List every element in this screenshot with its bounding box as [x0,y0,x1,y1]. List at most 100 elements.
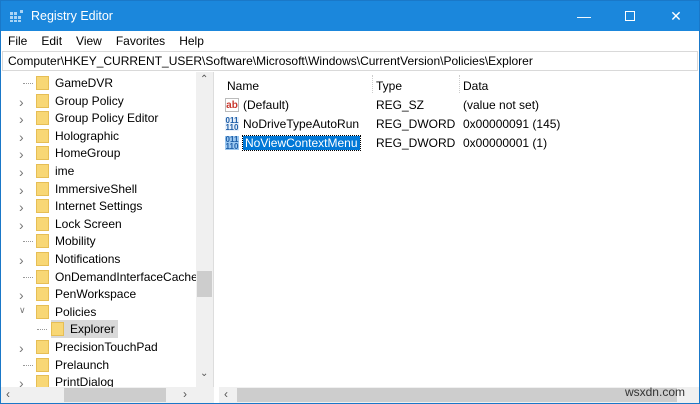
scroll-right-icon[interactable]: › [183,387,187,401]
folder-icon [36,287,49,302]
tree-item-printdialog[interactable]: PrintDialog [36,373,114,387]
tree-hscroll-thumb[interactable] [64,388,166,402]
value-type: REG_DWORD [376,117,456,131]
folder-icon [36,181,49,196]
close-icon: ✕ [670,7,682,24]
title-bar: Registry Editor — ✕ [1,1,699,31]
tree-scroll-thumb[interactable] [197,271,212,297]
tree-item-label: GameDVR [55,76,114,90]
value-type: REG_DWORD [376,136,456,150]
tree-item-ondemandinterfacecache[interactable]: OnDemandInterfaceCache [36,268,198,286]
address-bar[interactable]: Computer\HKEY_CURRENT_USER\Software\Micr… [2,51,698,71]
chevron-right-icon[interactable]: › [19,94,29,110]
folder-icon [36,375,49,387]
column-header-name[interactable]: Name [227,79,259,93]
tree-item-ime[interactable]: ime [36,162,74,180]
chevron-right-icon[interactable]: › [19,164,29,180]
chevron-right-icon[interactable]: › [19,182,29,198]
tree-item-immersiveshell[interactable]: ImmersiveShell [36,180,137,198]
chevron-down-icon[interactable]: ∨ [19,305,29,316]
scroll-left-icon[interactable]: ‹ [224,387,228,401]
chevron-right-icon[interactable]: › [19,217,29,233]
tree-connector [23,241,33,243]
folder-icon [36,252,49,266]
value-data: 0x00000001 (1) [463,136,548,150]
menu-view[interactable]: View [69,34,109,48]
tree-item-label: Prelaunch [55,357,110,372]
string-value-icon: ab [225,98,239,112]
binary-value-icon: 011 110 [225,116,239,132]
value-row[interactable]: 011 110 NoViewContextMenu REG_DWORD 0x00000… [219,134,699,152]
value-data: 0x00000091 (145) [463,117,561,131]
folder-icon [36,164,49,178]
tree-item-lock-screen[interactable]: Lock Screen [36,215,122,233]
tree-item-group-policy[interactable]: Group Policy [36,92,124,110]
tree-vertical-scrollbar[interactable]: ⌃ ⌄ [196,72,213,387]
folder-icon [36,216,49,231]
chevron-right-icon[interactable]: › [19,199,29,215]
tree-item-label: Holographic [55,128,120,143]
menu-edit[interactable]: Edit [34,34,69,48]
close-button[interactable]: ✕ [653,1,699,31]
folder-icon [36,199,49,214]
chevron-right-icon[interactable]: › [19,146,29,162]
menu-bar: File Edit View Favorites Help [1,31,699,51]
key-tree: GameDVR Group Policy › Group Policy Editor ›… [1,72,214,387]
scroll-up-icon[interactable]: ⌃ [200,74,208,85]
tree-item-precisiontouchpad[interactable]: PrecisionTouchPad [36,338,158,356]
folder-icon [36,76,49,90]
values-hscroll-thumb[interactable] [237,388,677,402]
minimize-icon: — [577,8,591,24]
tree-item-prelaunch[interactable]: Prelaunch [36,356,109,374]
column-separator [459,75,460,93]
value-name: (Default) [243,98,290,112]
value-row[interactable]: 011 110 NoDriveTypeAutoRun REG_DWORD 0x0000… [219,115,699,133]
chevron-right-icon[interactable]: › [19,129,29,145]
menu-favorites[interactable]: Favorites [109,34,172,48]
chevron-right-icon[interactable]: › [19,340,29,356]
tree-item-group-policy-editor[interactable]: Group Policy Editor [36,109,158,127]
folder-icon [36,146,49,161]
tree-item-label: HomeGroup [55,146,121,161]
chevron-right-icon[interactable]: › [19,375,29,387]
tree-item-label: Notifications [55,252,121,266]
tree-item-label: Policies [55,304,97,319]
value-row[interactable]: ab (Default) REG_SZ (value not set) [219,96,699,114]
tree-item-label: ime [55,164,75,178]
tree-item-policies[interactable]: Policies [36,303,96,321]
scroll-down-icon[interactable]: ⌄ [200,368,208,379]
folder-icon [36,357,49,372]
tree-horizontal-scrollbar[interactable]: ‹ › [1,387,214,403]
menu-help[interactable]: Help [172,34,211,48]
maximize-button[interactable] [607,1,653,31]
tree-item-homegroup[interactable]: HomeGroup [36,144,120,162]
tree-item-label: Mobility [55,234,96,249]
folder-icon [36,93,49,108]
tree-item-penworkspace[interactable]: PenWorkspace [36,285,136,303]
tree-item-notifications[interactable]: Notifications [36,250,120,268]
tree-item-label: PrintDialog [55,375,114,387]
scroll-left-icon[interactable]: ‹ [6,387,10,401]
column-header-data[interactable]: Data [463,79,488,93]
tree-item-internet-settings[interactable]: Internet Settings [36,197,142,215]
tree-item-label: Explorer [70,322,115,337]
tree-item-gamedvr[interactable]: GameDVR [36,74,113,92]
column-header-type[interactable]: Type [376,79,402,93]
value-type: REG_SZ [376,98,425,112]
folder-icon [51,322,64,337]
chevron-right-icon[interactable]: › [19,111,29,127]
minimize-button[interactable]: — [561,1,607,31]
tree-connector [23,83,33,84]
tree-item-holographic[interactable]: Holographic [36,127,119,145]
tree-item-label: Group Policy Editor [55,111,159,126]
value-data: (value not set) [463,98,540,112]
tree-item-label: Internet Settings [55,199,143,214]
chevron-right-icon[interactable]: › [19,252,29,268]
folder-icon [36,304,49,319]
chevron-right-icon[interactable]: › [19,287,29,303]
folder-icon [36,111,49,126]
tree-item-explorer[interactable]: Explorer [51,320,118,339]
binary-value-icon: 011 110 [225,135,239,151]
menu-file[interactable]: File [1,34,34,48]
tree-item-mobility[interactable]: Mobility [36,232,96,250]
